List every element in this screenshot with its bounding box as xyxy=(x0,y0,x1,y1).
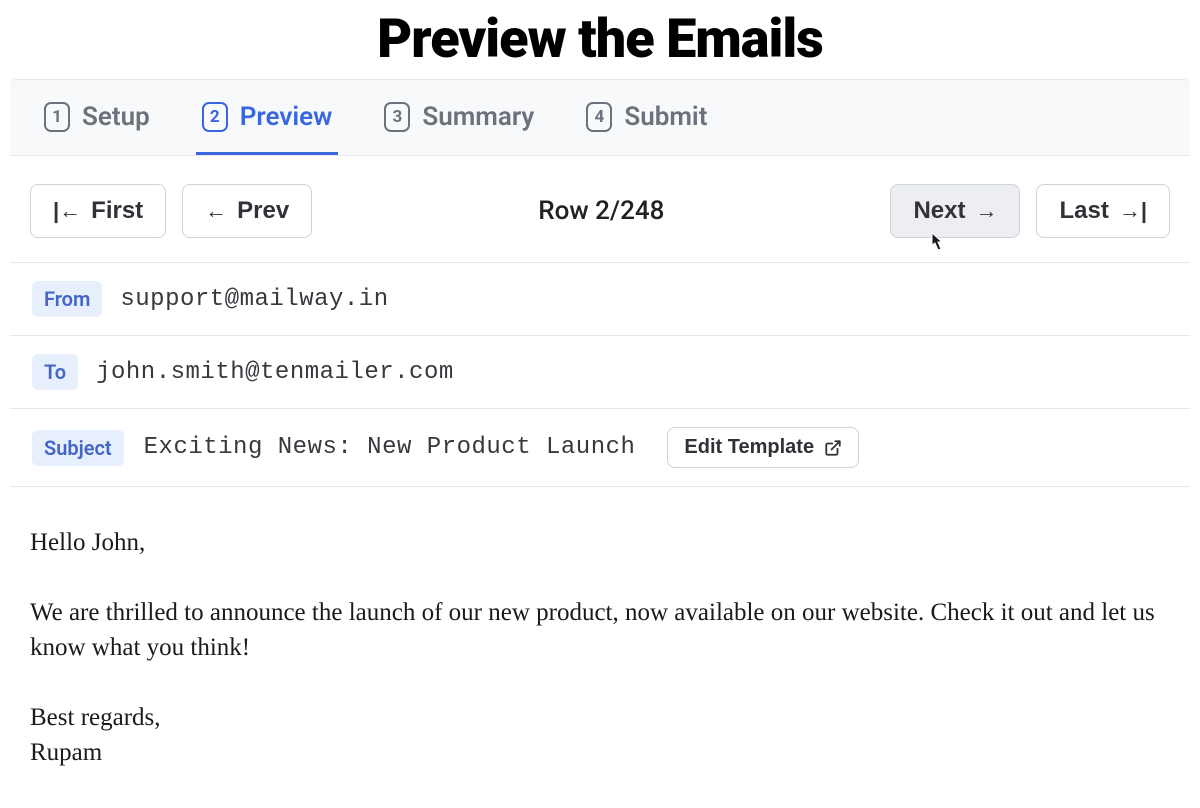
tab-preview[interactable]: 2 Preview xyxy=(196,80,339,155)
arrow-right-icon: → xyxy=(975,200,997,222)
to-value: john.smith@tenmailer.com xyxy=(96,359,454,386)
to-label: To xyxy=(32,354,78,390)
to-row: To john.smith@tenmailer.com xyxy=(10,335,1190,408)
row-current: 2 xyxy=(595,196,610,226)
nav-group-left: |← First ← Prev xyxy=(30,184,312,238)
tab-summary[interactable]: 3 Summary xyxy=(378,80,540,155)
row-prefix: Row xyxy=(538,196,595,226)
tab-label: Submit xyxy=(624,102,707,132)
step-number-badge: 3 xyxy=(384,102,410,132)
subject-label: Subject xyxy=(32,430,124,466)
tab-label: Preview xyxy=(240,102,333,132)
tab-submit[interactable]: 4 Submit xyxy=(580,80,713,155)
tab-label: Setup xyxy=(82,102,150,132)
last-label: Last xyxy=(1059,197,1108,225)
from-row: From support@mailway.in xyxy=(10,262,1190,335)
subject-row: Subject Exciting News: New Product Launc… xyxy=(10,408,1190,486)
last-button[interactable]: Last →| xyxy=(1036,184,1170,238)
row-indicator: Row 2/248 xyxy=(538,196,664,226)
nav-group-right: Next → Last →| xyxy=(890,184,1170,238)
row-total: 248 xyxy=(620,196,664,226)
external-link-icon xyxy=(824,439,842,457)
last-icon: →| xyxy=(1119,200,1147,222)
subject-value: Exciting News: New Product Launch xyxy=(144,434,636,461)
next-button[interactable]: Next → xyxy=(890,184,1020,238)
wizard-steps: 1 Setup 2 Preview 3 Summary 4 Submit xyxy=(10,79,1190,156)
email-body-block: Hello John, We are thrilled to announce … xyxy=(10,486,1190,790)
from-value: support@mailway.in xyxy=(120,286,388,313)
edit-template-label: Edit Template xyxy=(684,436,814,459)
tab-label: Summary xyxy=(422,102,534,132)
from-label: From xyxy=(32,281,102,317)
tab-setup[interactable]: 1 Setup xyxy=(38,80,156,155)
prev-button[interactable]: ← Prev xyxy=(182,184,312,238)
prev-label: Prev xyxy=(237,197,289,225)
pagination-row: |← First ← Prev Row 2/248 Next → Last →| xyxy=(0,156,1200,262)
first-label: First xyxy=(91,197,143,225)
wizard-tabs-row: 1 Setup 2 Preview 3 Summary 4 Submit xyxy=(38,80,1162,155)
arrow-left-icon: ← xyxy=(205,200,227,222)
step-number-badge: 1 xyxy=(44,102,70,132)
page-title: Preview the Emails xyxy=(0,8,1200,71)
email-body: Hello John, We are thrilled to announce … xyxy=(30,525,1170,770)
step-number-badge: 4 xyxy=(586,102,612,132)
first-icon: |← xyxy=(53,200,81,222)
edit-template-button[interactable]: Edit Template xyxy=(667,427,859,468)
step-number-badge: 2 xyxy=(202,102,228,132)
next-label: Next xyxy=(913,197,965,225)
first-button[interactable]: |← First xyxy=(30,184,166,238)
